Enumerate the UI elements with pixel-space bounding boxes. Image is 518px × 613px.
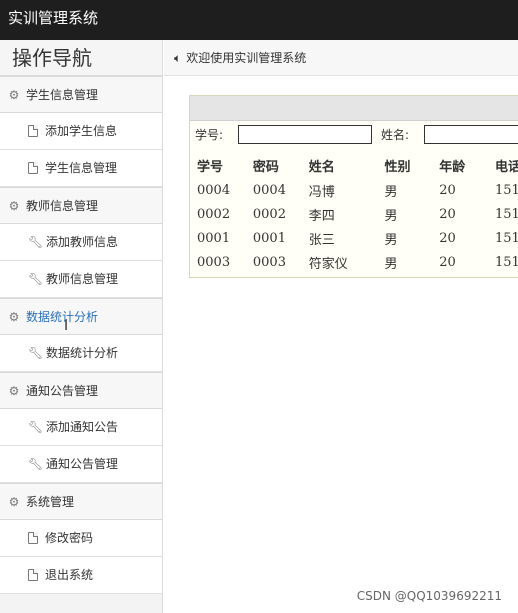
table-cell: 20 — [439, 254, 456, 270]
table-cell: 20 — [439, 182, 456, 198]
column-header[interactable]: 电话 — [488, 152, 518, 178]
nav-group-notice[interactable]: ⚙ 通知公告管理 — [0, 372, 162, 409]
nav-item-label: 添加学生信息 — [45, 124, 118, 138]
table-row[interactable]: 0001 0001 张三 男 20 151 — [190, 226, 518, 250]
table-cell: 男 — [384, 232, 398, 248]
main-content: 🔈︎ 欢迎使用实训管理系统 学号: 姓名: 学号 密码 姓名 性别 年龄 电话 — [164, 40, 518, 613]
column-header[interactable]: 密码 — [246, 152, 302, 178]
nav-item-teacher-management[interactable]: 🔧︎ 教师信息管理 — [0, 261, 162, 298]
nav-item-add-notice[interactable]: 🔧︎ 添加通知公告 — [0, 409, 162, 446]
nav-group-label: 通知公告管理 — [26, 384, 99, 398]
nav-item-label: 学生信息管理 — [45, 161, 118, 175]
column-header[interactable]: 学号 — [190, 152, 246, 178]
table-cell: 张三 — [308, 232, 335, 248]
nav-item-notice-management[interactable]: 🔧︎ 通知公告管理 — [0, 446, 162, 483]
table-cell: 151 — [495, 254, 518, 270]
table-cell: 0002 — [252, 206, 286, 222]
table-cell: 0002 — [197, 206, 231, 222]
nav-item-label: 通知公告管理 — [46, 457, 119, 471]
column-header[interactable]: 年龄 — [432, 152, 488, 178]
nav-item-label: 添加教师信息 — [46, 235, 119, 249]
column-header[interactable]: 姓名 — [302, 152, 378, 178]
table-cell: 男 — [384, 256, 398, 272]
document-icon — [28, 532, 38, 544]
table-cell: 符家仪 — [308, 256, 348, 272]
student-table: 学号 密码 姓名 性别 年龄 电话 0004 0004 冯博 男 20 151 — [190, 152, 518, 274]
top-bar: 实训管理系统 — [0, 0, 518, 40]
table-cell: 男 — [384, 184, 398, 200]
welcome-bar: 🔈︎ 欢迎使用实训管理系统 — [164, 40, 518, 76]
nav-group-student-info[interactable]: ⚙ 学生信息管理 — [0, 76, 162, 113]
nav-group-label: 数据统计分析 — [26, 310, 99, 324]
table-cell: 0001 — [197, 230, 231, 246]
gear-icon: ⚙ — [8, 199, 20, 213]
nav-item-label: 数据统计分析 — [46, 346, 119, 360]
table-cell: 冯博 — [308, 184, 335, 200]
nav-item-label: 修改密码 — [45, 531, 94, 545]
document-icon — [28, 162, 38, 174]
table-row[interactable]: 0003 0003 符家仪 男 20 151 — [190, 250, 518, 274]
speaker-icon: 🔈︎ — [174, 51, 182, 65]
wrench-icon: 🔧︎ — [28, 457, 44, 471]
nav-group-teacher-info[interactable]: ⚙ 教师信息管理 — [0, 187, 162, 224]
sidebar-title: 操作导航 — [0, 40, 162, 76]
table-cell: 20 — [439, 206, 456, 222]
app-title: 实训管理系统 — [8, 9, 99, 27]
table-cell: 男 — [384, 208, 398, 224]
gear-icon: ⚙ — [8, 310, 20, 324]
gear-icon: ⚙ — [8, 88, 20, 102]
sidebar: 操作导航 ⚙ 学生信息管理 添加学生信息 学生信息管理 ⚙ 教师信息管理 🔧︎ 添加教… — [0, 40, 163, 613]
nav-item-statistics[interactable]: 🔧︎ 数据统计分析 — [0, 335, 162, 372]
table-row[interactable]: 0002 0002 李四 男 20 151 — [190, 202, 518, 226]
watermark: CSDN @QQ1039692211 — [356, 589, 502, 603]
wrench-icon: 🔧︎ — [28, 346, 44, 360]
document-icon — [28, 125, 38, 137]
student-panel: 学号: 姓名: 学号 密码 姓名 性别 年龄 电话 0004 0004 冯博 男… — [189, 95, 518, 278]
nav-group-label: 教师信息管理 — [26, 199, 99, 213]
table-cell: 151 — [495, 182, 518, 198]
nav-item-change-password[interactable]: 修改密码 — [0, 520, 162, 557]
nav-item-label: 添加通知公告 — [46, 420, 119, 434]
table-header-row: 学号 密码 姓名 性别 年龄 电话 — [190, 152, 518, 178]
student-id-input[interactable] — [238, 125, 372, 144]
panel-header — [190, 96, 518, 121]
document-icon — [28, 569, 38, 581]
nav-item-add-teacher[interactable]: 🔧︎ 添加教师信息 — [0, 224, 162, 261]
search-bar: 学号: 姓名: — [190, 121, 518, 147]
nav-group-label: 系统管理 — [26, 495, 75, 509]
column-header[interactable]: 性别 — [377, 152, 432, 178]
gear-icon: ⚙ — [8, 384, 20, 398]
student-id-label: 学号: — [195, 128, 224, 142]
table-cell: 0004 — [252, 182, 286, 198]
table-cell: 0003 — [197, 254, 231, 270]
wrench-icon: 🔧︎ — [28, 235, 44, 249]
nav-item-label: 退出系统 — [45, 568, 94, 582]
nav-group-label: 学生信息管理 — [26, 88, 99, 102]
table-row[interactable]: 0004 0004 冯博 男 20 151 — [190, 178, 518, 202]
name-label: 姓名: — [381, 128, 410, 142]
table-cell: 0003 — [252, 254, 286, 270]
nav-group-statistics[interactable]: ⚙ 数据统计分析 I — [0, 298, 162, 335]
gear-icon: ⚙ — [8, 495, 20, 509]
wrench-icon: 🔧︎ — [28, 420, 44, 434]
name-input[interactable] — [424, 125, 518, 144]
table-cell: 0001 — [252, 230, 286, 246]
table-cell: 20 — [439, 230, 456, 246]
nav-item-logout[interactable]: 退出系统 — [0, 557, 162, 594]
wrench-icon: 🔧︎ — [28, 272, 44, 286]
nav-group-system[interactable]: ⚙ 系统管理 — [0, 483, 162, 520]
nav-item-label: 教师信息管理 — [46, 272, 119, 286]
table-cell: 李四 — [308, 208, 335, 224]
table-cell: 151 — [495, 230, 518, 246]
table-cell: 0004 — [197, 182, 231, 198]
welcome-text: 欢迎使用实训管理系统 — [186, 51, 307, 65]
nav-item-add-student[interactable]: 添加学生信息 — [0, 113, 162, 150]
table-cell: 151 — [495, 206, 518, 222]
nav-item-student-management[interactable]: 学生信息管理 — [0, 150, 162, 187]
